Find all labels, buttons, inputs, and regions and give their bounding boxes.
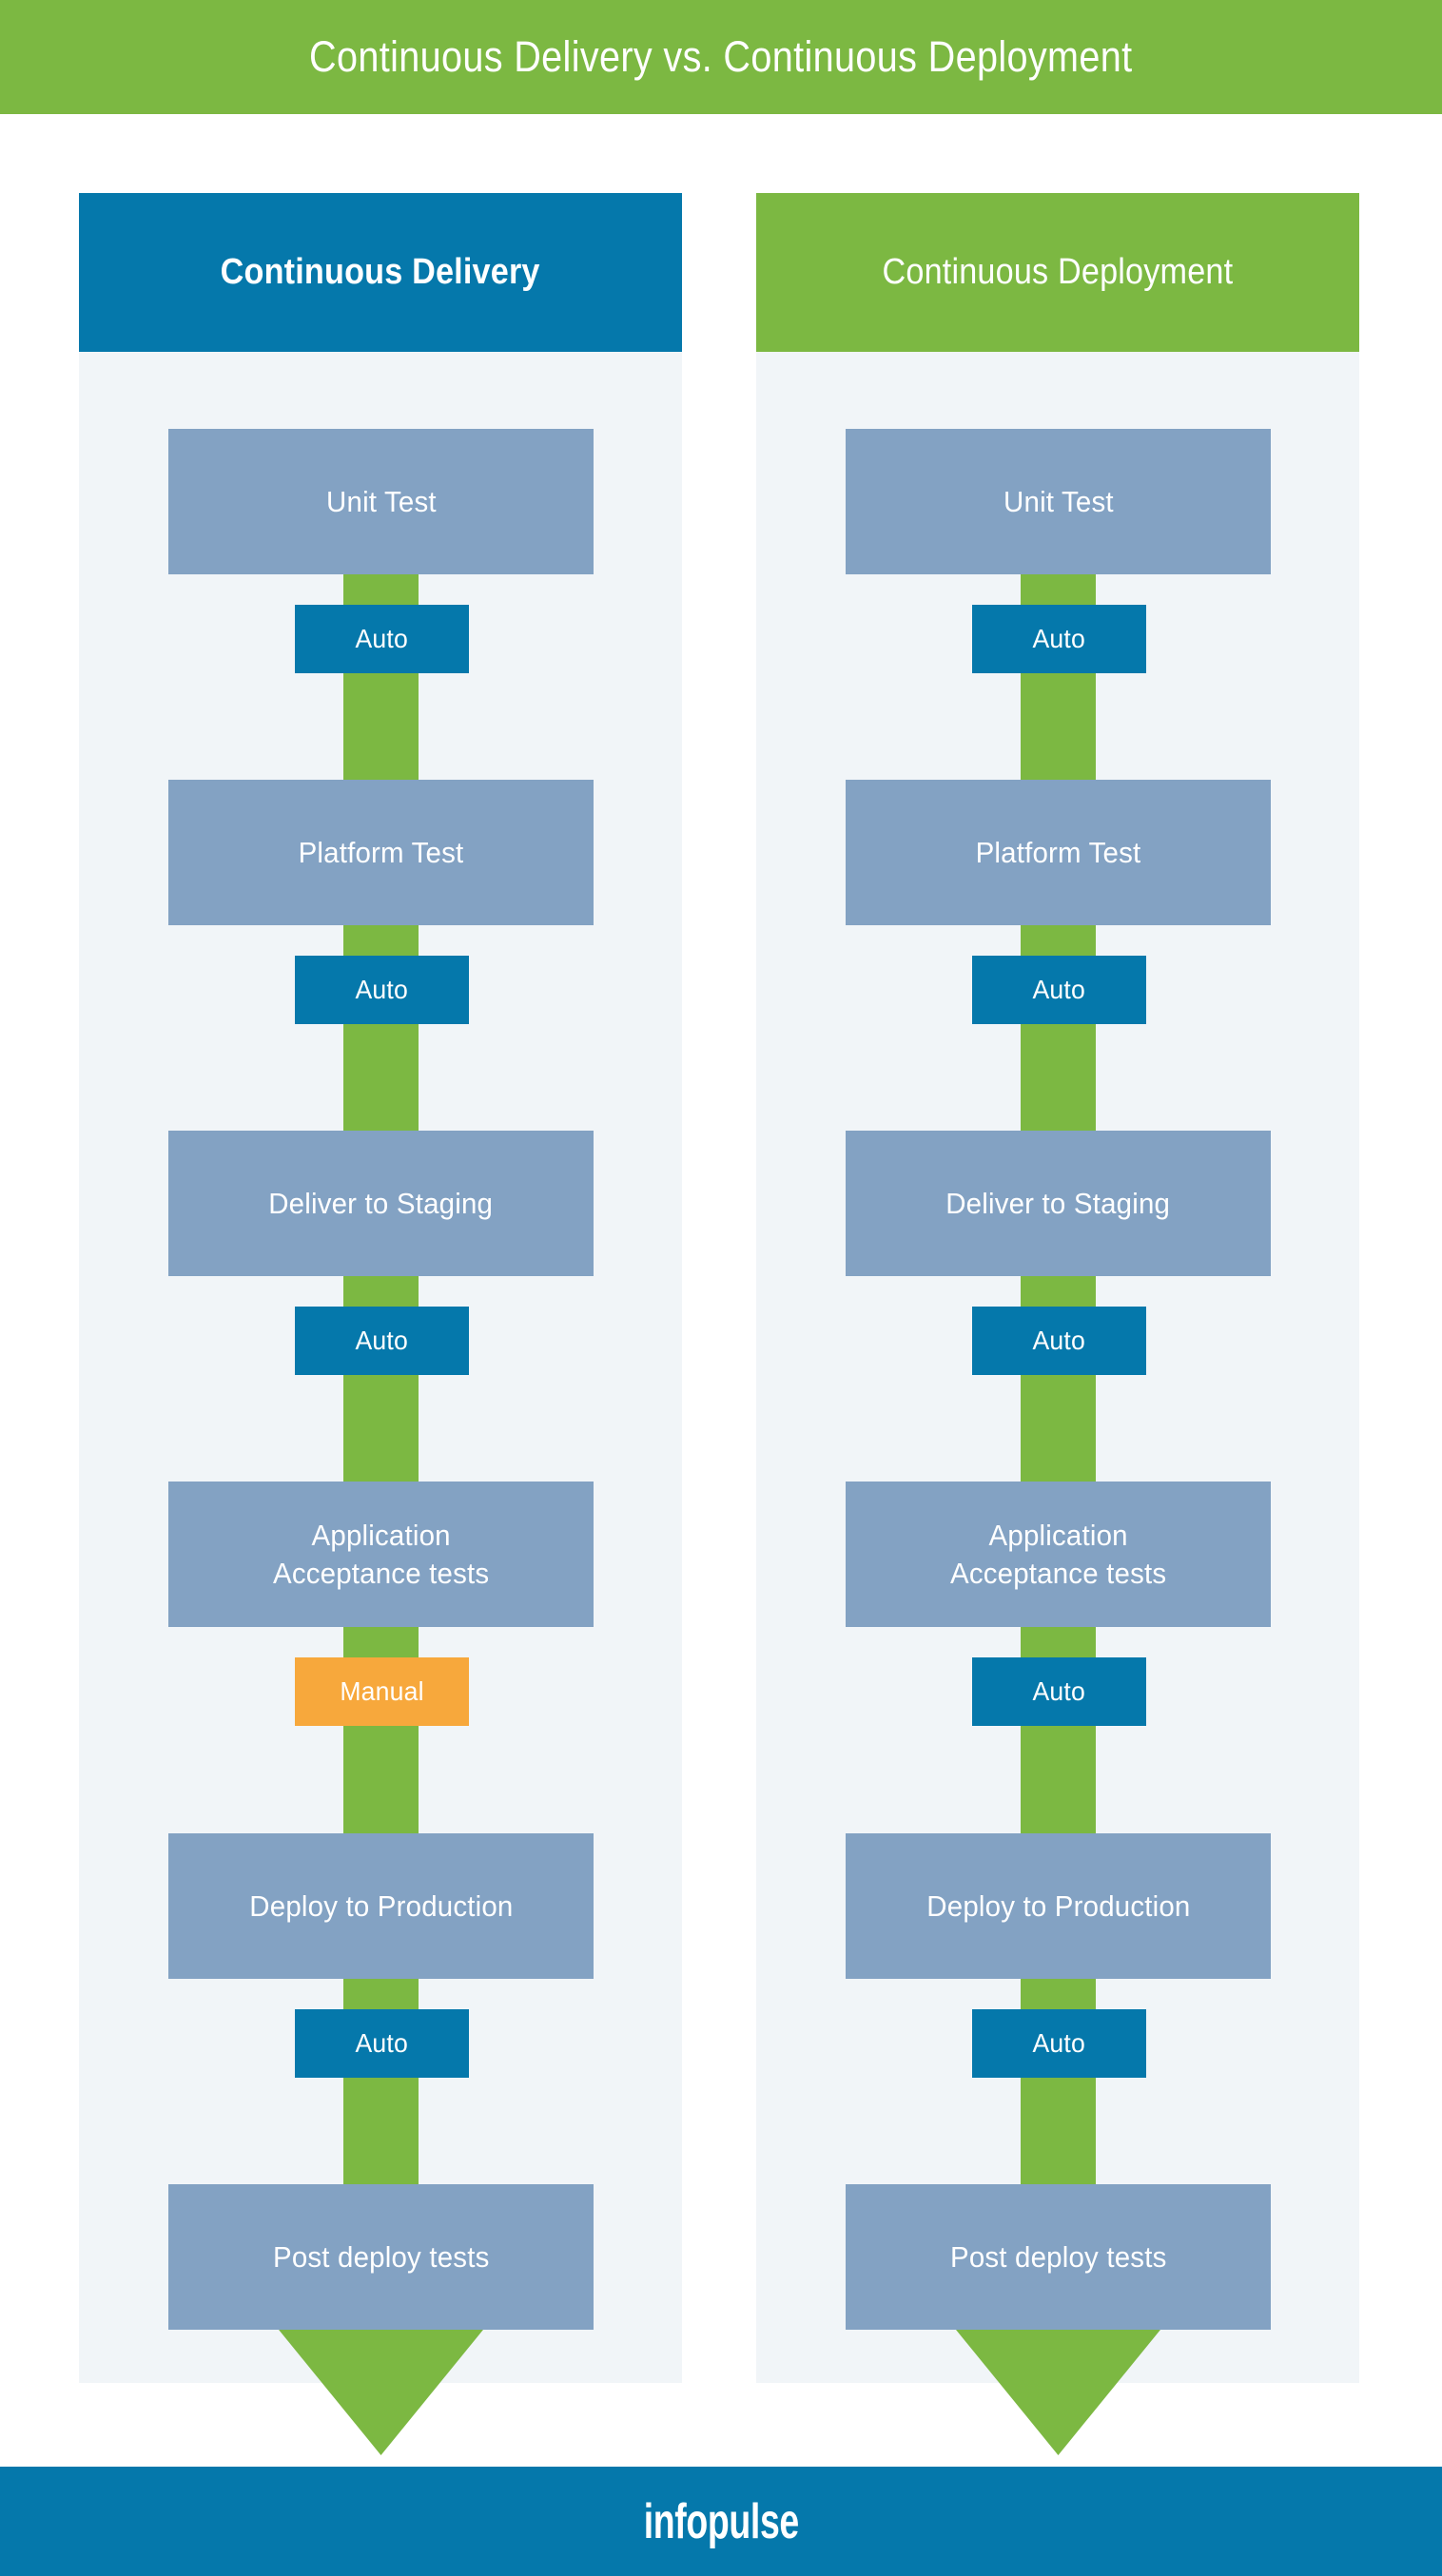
down-arrow-icon: [266, 2315, 496, 2455]
pipeline-gate[interactable]: Auto: [295, 2009, 469, 2078]
pipeline-step[interactable]: Platform Test: [846, 780, 1271, 925]
column-header-continuous-deployment: Continuous Deployment: [756, 193, 1359, 352]
pipeline-gate[interactable]: Manual: [295, 1657, 469, 1726]
pipeline-step-label: Deliver to Staging: [268, 1186, 494, 1220]
pipeline-step[interactable]: Deliver to Staging: [846, 1131, 1271, 1276]
pipeline-step[interactable]: Post deploy tests: [168, 2184, 594, 2330]
pipeline-gate[interactable]: Auto: [972, 1307, 1146, 1375]
comparison-columns: Continuous Delivery Unit Test Auto Platf…: [0, 193, 1442, 2455]
pipeline-gate-label: Manual: [340, 1676, 424, 1706]
pipeline-step-label: Unit Test: [1003, 484, 1114, 518]
column-header-continuous-delivery: Continuous Delivery: [79, 193, 682, 352]
pipeline-gate[interactable]: Auto: [295, 956, 469, 1024]
pipeline-panel: Unit Test Auto Platform Test Auto Delive…: [756, 352, 1359, 2455]
pipeline-step-label: Deploy to Production: [248, 1888, 514, 1923]
pipeline-step-label: Unit Test: [325, 484, 437, 518]
pipeline-gate-label: Auto: [1032, 624, 1086, 653]
pipeline-step-label: Deliver to Staging: [945, 1186, 1171, 1220]
pipeline-gate-label: Auto: [1032, 1326, 1086, 1355]
pipeline-gate-label: Auto: [355, 624, 409, 653]
pipeline-step[interactable]: Application Acceptance tests: [846, 1482, 1271, 1627]
pipeline-gate[interactable]: Auto: [972, 2009, 1146, 2078]
pipeline-step-label: Application Acceptance tests: [949, 1518, 1167, 1590]
pipeline-step[interactable]: Platform Test: [168, 780, 594, 925]
pipeline-gate[interactable]: Auto: [972, 956, 1146, 1024]
pipeline-gate-label: Auto: [1032, 1676, 1086, 1706]
pipeline-step[interactable]: Deploy to Production: [846, 1833, 1271, 1979]
infographic-page: Continuous Delivery vs. Continuous Deplo…: [0, 0, 1442, 2576]
pipeline-gate[interactable]: Auto: [972, 1657, 1146, 1726]
column-title: Continuous Delivery: [221, 252, 540, 292]
pipeline-step[interactable]: Unit Test: [168, 429, 594, 574]
pipeline-gate-label: Auto: [355, 2028, 409, 2058]
pipeline-step[interactable]: Deploy to Production: [168, 1833, 594, 1979]
infopulse-logo: infopulse: [643, 2493, 799, 2549]
pipeline-gate-label: Auto: [355, 975, 409, 1004]
pipeline-panel: Unit Test Auto Platform Test Auto Delive…: [79, 352, 682, 2455]
down-arrow-icon: [944, 2315, 1173, 2455]
pipeline-step-label: Platform Test: [975, 835, 1141, 869]
page-banner: Continuous Delivery vs. Continuous Deplo…: [0, 0, 1442, 114]
pipeline-gate[interactable]: Auto: [295, 605, 469, 673]
pipeline-step[interactable]: Unit Test: [846, 429, 1271, 574]
pipeline-step-label: Deploy to Production: [926, 1888, 1191, 1923]
pipeline-step-label: Application Acceptance tests: [272, 1518, 490, 1590]
pipeline-gate[interactable]: Auto: [295, 1307, 469, 1375]
pipeline-step-label: Post deploy tests: [272, 2239, 490, 2274]
page-footer: infopulse: [0, 2467, 1442, 2576]
column-continuous-delivery: Continuous Delivery Unit Test Auto Platf…: [79, 193, 682, 2455]
pipeline-gate[interactable]: Auto: [972, 605, 1146, 673]
column-continuous-deployment: Continuous Deployment Unit Test Auto Pla…: [756, 193, 1359, 2455]
page-title: Continuous Delivery vs. Continuous Deplo…: [309, 32, 1133, 81]
column-title: Continuous Deployment: [882, 252, 1234, 292]
pipeline-step[interactable]: Application Acceptance tests: [168, 1482, 594, 1627]
pipeline-step-label: Platform Test: [298, 835, 464, 869]
pipeline-gate-label: Auto: [1032, 975, 1086, 1004]
pipeline-step[interactable]: Post deploy tests: [846, 2184, 1271, 2330]
pipeline-step[interactable]: Deliver to Staging: [168, 1131, 594, 1276]
pipeline-step-label: Post deploy tests: [949, 2239, 1167, 2274]
pipeline-gate-label: Auto: [1032, 2028, 1086, 2058]
pipeline-gate-label: Auto: [355, 1326, 409, 1355]
